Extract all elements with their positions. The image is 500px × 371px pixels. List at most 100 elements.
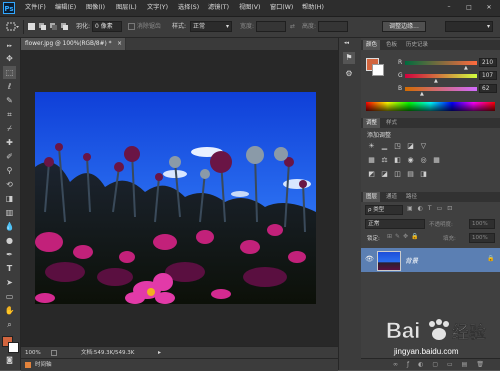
tab-adjustments[interactable]: 调整 (363, 118, 381, 128)
gradient-tool-icon[interactable]: ▥ (3, 206, 16, 219)
tab-history[interactable]: 历史记录 (403, 40, 431, 50)
chevron-down-icon: ▾ (225, 23, 229, 30)
menu-filter[interactable]: 滤镜(T) (208, 0, 229, 16)
channel-mixer-icon[interactable]: ◎ (419, 156, 428, 165)
properties-panel-icon[interactable]: ⚙ (343, 68, 355, 80)
selection-mode-icons[interactable] (27, 22, 71, 32)
lock-icons[interactable]: ⊞✎✥🔒 (387, 233, 422, 240)
curves-icon[interactable]: ◳ (393, 142, 402, 151)
photo-filter-icon[interactable]: ◉ (406, 156, 415, 165)
green-slider[interactable] (405, 74, 477, 78)
layer-filter-icons[interactable]: ▣◐T▭⊡ (407, 205, 487, 215)
quick-mask-icon[interactable]: ◙ (3, 354, 16, 367)
type-tool-icon[interactable]: T (3, 262, 16, 275)
selective-color-icon[interactable]: ◨ (419, 170, 428, 179)
share-icon[interactable] (51, 350, 57, 356)
menu-image[interactable]: 图像(I) (86, 0, 105, 16)
pen-tool-icon[interactable]: ✒ (3, 248, 16, 261)
brightness-icon[interactable]: ☀ (367, 142, 376, 151)
tab-channels[interactable]: 通道 (383, 192, 400, 202)
tab-layers[interactable]: 图层 (363, 192, 381, 202)
blend-mode-select[interactable]: 正常 (365, 219, 425, 229)
chevron-down-icon: ▾ (486, 23, 490, 30)
shape-tool-icon[interactable]: ▭ (3, 290, 16, 303)
vibrance-icon[interactable]: ▽ (419, 142, 428, 151)
menu-help[interactable]: 帮助(H) (302, 0, 324, 16)
layer-row[interactable]: 👁 背景 🔒 (361, 248, 500, 272)
hue-icon[interactable]: ▦ (367, 156, 376, 165)
menu-window[interactable]: 窗口(W) (270, 0, 293, 16)
menu-layer[interactable]: 图层(L) (116, 0, 137, 16)
brush-tool-icon[interactable]: ✐ (3, 150, 16, 163)
workspace-select[interactable]: ▾ (445, 21, 493, 32)
blue-value[interactable]: 62 (479, 84, 497, 93)
gradient-map-icon[interactable]: ▤ (406, 170, 415, 179)
width-input[interactable] (256, 21, 286, 32)
blue-slider-handle[interactable]: ▲ (420, 91, 424, 97)
lasso-tool-icon[interactable]: ℓ (3, 80, 16, 93)
zoom-tool-icon[interactable]: ⌕ (3, 318, 16, 331)
svg-text:Bai: Bai (386, 318, 420, 343)
levels-icon[interactable]: ▁ (380, 142, 389, 151)
color-spectrum[interactable] (366, 102, 495, 111)
background-color-swatch[interactable] (8, 342, 19, 353)
eraser-tool-icon[interactable]: ◨ (3, 192, 16, 205)
marquee-tool-icon[interactable]: ⬚ (3, 66, 16, 79)
hand-tool-icon[interactable]: ✋ (3, 304, 16, 317)
green-slider-handle[interactable]: ▲ (434, 78, 438, 84)
minimize-button[interactable]: – (440, 0, 458, 16)
tab-paths[interactable]: 路径 (403, 192, 420, 202)
close-tab-icon[interactable]: × (117, 38, 122, 50)
visibility-eye-icon[interactable]: 👁 (365, 255, 374, 263)
menu-type[interactable]: 文字(Y) (147, 0, 168, 16)
tab-color[interactable]: 颜色 (363, 40, 381, 50)
clone-stamp-tool-icon[interactable]: ⚲ (3, 164, 16, 177)
collapse-icon[interactable]: ◂◂ (344, 40, 349, 46)
opacity-input[interactable]: 100% (469, 219, 495, 229)
threshold-icon[interactable]: ◫ (393, 170, 402, 179)
red-slider-handle[interactable]: ▲ (464, 65, 468, 71)
blur-tool-icon[interactable]: 💧 (3, 220, 16, 233)
canvas-area[interactable] (21, 50, 338, 346)
layer-name[interactable]: 背景 (405, 255, 418, 265)
fill-input[interactable]: 100% (469, 233, 495, 243)
invert-icon[interactable]: ◩ (367, 170, 376, 179)
tab-swatches[interactable]: 色板 (383, 40, 400, 50)
green-value[interactable]: 107 (479, 71, 497, 80)
marquee-preset-icon[interactable] (6, 22, 20, 32)
antialias-checkbox[interactable]: 消除锯齿 (128, 17, 161, 37)
blue-slider[interactable] (405, 87, 477, 91)
history-panel-icon[interactable]: ⚑ (343, 52, 355, 64)
menu-edit[interactable]: 编辑(E) (55, 0, 76, 16)
menu-file[interactable]: 文件(F) (25, 0, 46, 16)
menu-view[interactable]: 视图(V) (239, 0, 260, 16)
dodge-tool-icon[interactable]: ● (3, 234, 16, 247)
height-input[interactable] (318, 21, 348, 32)
history-brush-tool-icon[interactable]: ⟲ (3, 178, 16, 191)
bw-icon[interactable]: ◧ (393, 156, 402, 165)
image-canvas[interactable] (35, 92, 316, 304)
layer-filter-select[interactable]: ρ 类型 (365, 205, 403, 215)
tab-styles[interactable]: 样式 (383, 118, 400, 128)
posterize-icon[interactable]: ◪ (380, 170, 389, 179)
quick-select-tool-icon[interactable]: ✎ (3, 94, 16, 107)
eyedropper-tool-icon[interactable]: ⌿ (3, 122, 16, 135)
close-button[interactable]: ✕ (478, 0, 500, 16)
background-color-swatch[interactable] (372, 64, 384, 76)
timeline-bar[interactable]: 时间轴 (21, 358, 338, 371)
style-select[interactable]: 正常 ▾ (190, 21, 232, 32)
menu-select[interactable]: 选择(S) (178, 0, 199, 16)
move-tool-icon[interactable]: ✥ (3, 52, 16, 65)
crop-tool-icon[interactable]: ⌗ (3, 108, 16, 121)
refine-edge-button[interactable]: 调整边缘... (382, 21, 426, 32)
swap-icon[interactable]: ⇄ (290, 17, 295, 37)
document-tab[interactable]: flower.jpg @ 100%(RGB/8#) * × (22, 38, 126, 50)
maximize-button[interactable]: □ (460, 0, 478, 16)
red-value[interactable]: 210 (479, 58, 497, 67)
path-select-tool-icon[interactable]: ➤ (3, 276, 16, 289)
balance-icon[interactable]: ⚖ (380, 156, 389, 165)
exposure-icon[interactable]: ◪ (406, 142, 415, 151)
healing-brush-tool-icon[interactable]: ✚ (3, 136, 16, 149)
lookup-icon[interactable]: ▦ (432, 156, 441, 165)
feather-input[interactable]: 0 像素 (92, 21, 122, 32)
